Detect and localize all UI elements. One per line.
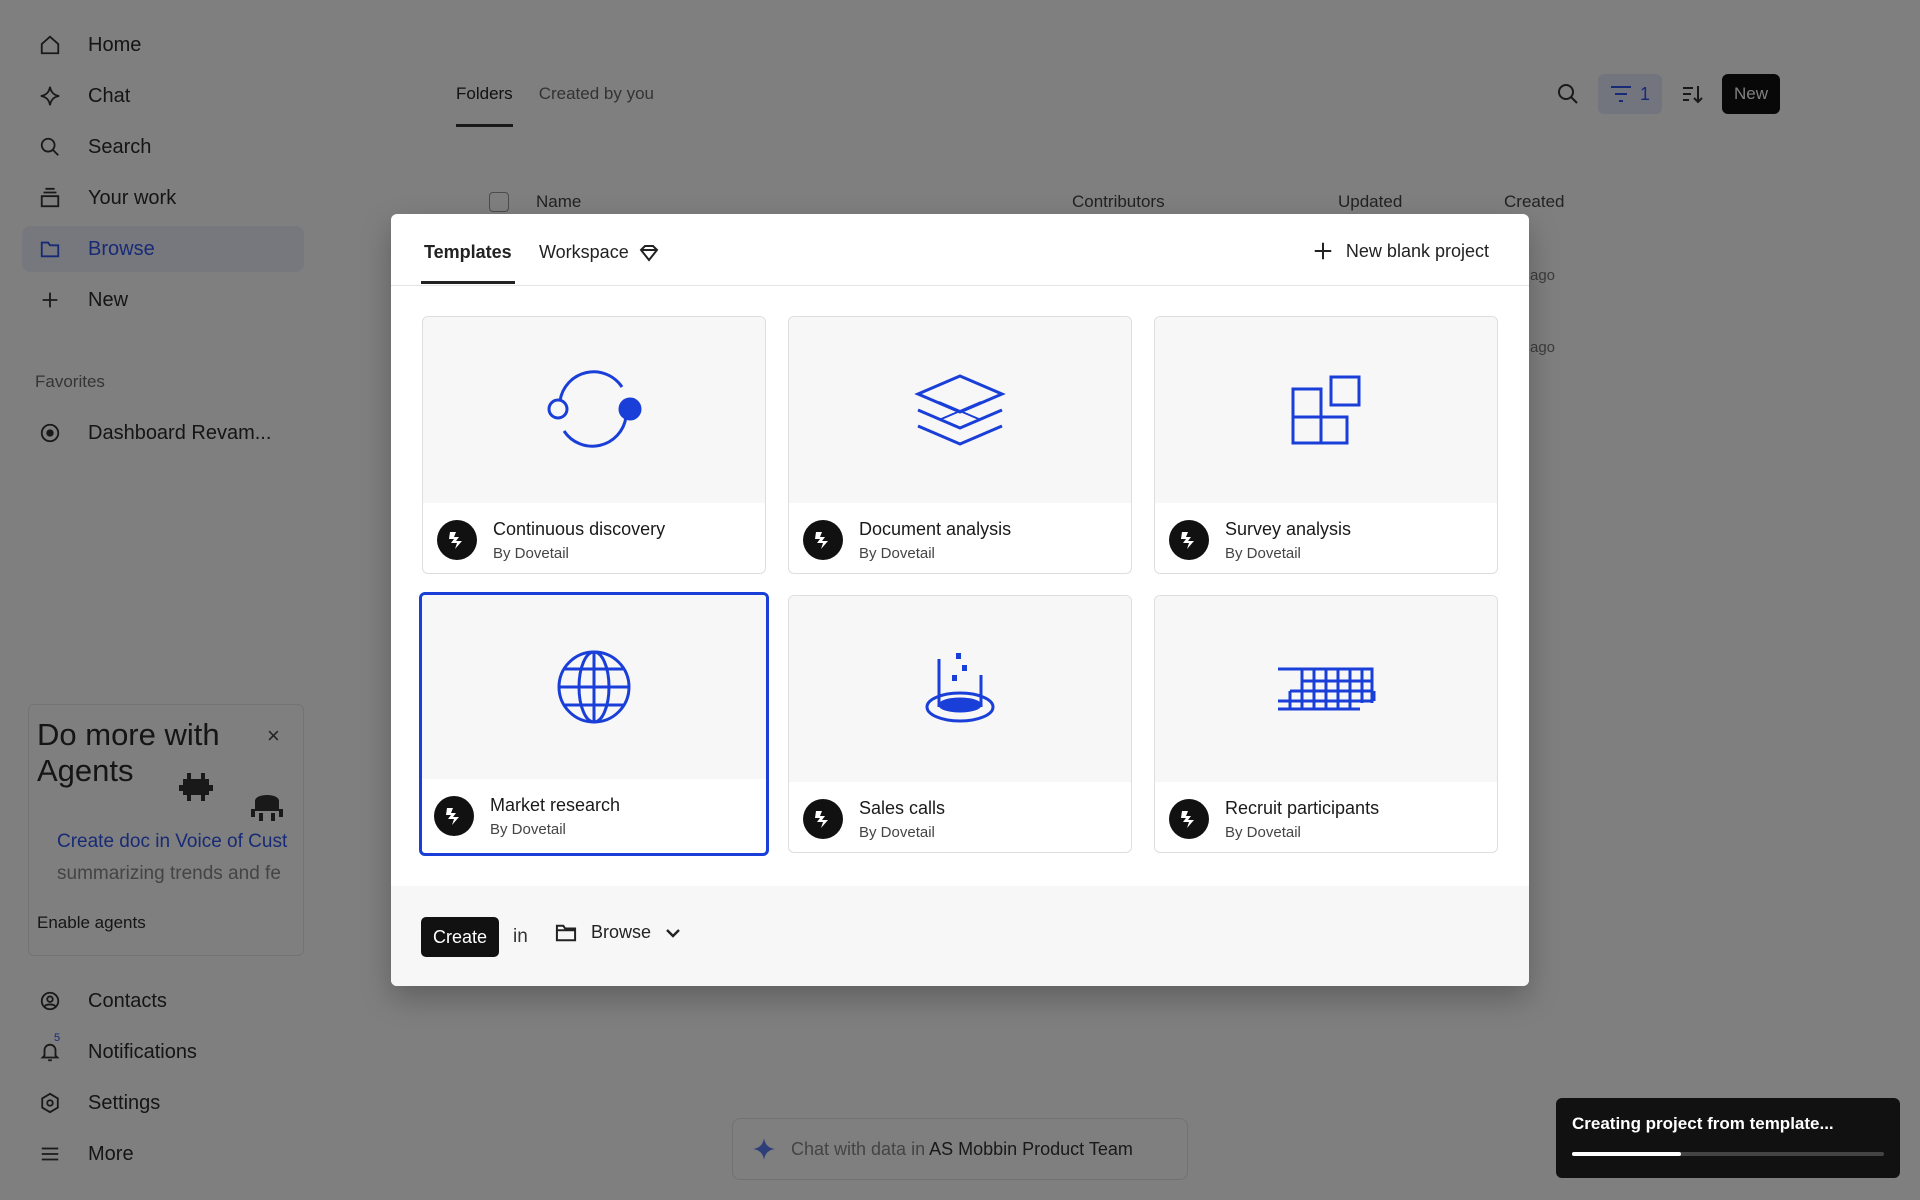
template-author: By Dovetail bbox=[1225, 824, 1301, 841]
dovetail-logo-icon bbox=[1169, 799, 1209, 839]
template-author: By Dovetail bbox=[859, 824, 935, 841]
new-project-modal: Templates Workspace New blank project Co… bbox=[391, 214, 1529, 986]
chevron-down-icon bbox=[665, 928, 681, 938]
beaker-icon bbox=[923, 651, 997, 727]
template-card-recruit-participants[interactable]: Recruit participants By Dovetail bbox=[1154, 595, 1498, 853]
template-card-survey-analysis[interactable]: Survey analysis By Dovetail bbox=[1154, 316, 1498, 574]
template-title: Sales calls bbox=[859, 798, 946, 818]
template-card-document-analysis[interactable]: Document analysis By Dovetail bbox=[788, 316, 1132, 574]
template-art bbox=[789, 317, 1131, 503]
dovetail-logo-icon bbox=[1169, 520, 1209, 560]
dovetail-logo-icon bbox=[437, 520, 477, 560]
template-art bbox=[1155, 596, 1497, 782]
blocks-icon bbox=[1289, 373, 1363, 447]
diamond-icon bbox=[639, 244, 659, 262]
tab-workspace[interactable]: Workspace bbox=[539, 242, 659, 263]
template-card-market-research[interactable]: Market research By Dovetail bbox=[419, 592, 769, 856]
template-author: By Dovetail bbox=[859, 545, 935, 562]
orbit-icon bbox=[544, 367, 644, 453]
template-card-continuous-discovery[interactable]: Continuous discovery By Dovetail bbox=[422, 316, 766, 574]
grid-steps-icon bbox=[1276, 665, 1376, 713]
toast-progress-track bbox=[1572, 1152, 1884, 1156]
template-art bbox=[789, 596, 1131, 782]
template-title: Continuous discovery bbox=[493, 519, 666, 539]
destination-folder-label: Browse bbox=[591, 922, 652, 942]
progress-toast: Creating project from template... bbox=[1556, 1098, 1900, 1178]
template-author: By Dovetail bbox=[490, 821, 566, 838]
template-card-sales-calls[interactable]: Sales calls By Dovetail bbox=[788, 595, 1132, 853]
modal-footer: Create in Browse bbox=[391, 886, 1529, 986]
create-button[interactable]: Create bbox=[421, 917, 499, 957]
dovetail-logo-icon bbox=[803, 520, 843, 560]
in-label: in bbox=[513, 926, 528, 947]
tab-workspace-label: Workspace bbox=[539, 242, 629, 262]
layers-icon bbox=[914, 372, 1006, 448]
folder-icon bbox=[555, 923, 577, 943]
plus-icon bbox=[1312, 240, 1334, 262]
template-title: Recruit participants bbox=[1225, 798, 1380, 818]
template-art bbox=[422, 595, 766, 779]
template-art bbox=[423, 317, 765, 503]
template-art bbox=[1155, 317, 1497, 503]
template-author: By Dovetail bbox=[1225, 545, 1301, 562]
destination-folder-select[interactable]: Browse bbox=[555, 922, 681, 943]
template-author: By Dovetail bbox=[493, 545, 569, 562]
globe-icon bbox=[555, 648, 633, 726]
modal-header: Templates Workspace New blank project bbox=[391, 214, 1529, 286]
template-title: Document analysis bbox=[859, 519, 1012, 539]
toast-message: Creating project from template... bbox=[1572, 1114, 1834, 1133]
template-title: Survey analysis bbox=[1225, 519, 1352, 539]
dovetail-logo-icon bbox=[803, 799, 843, 839]
dovetail-logo-icon bbox=[434, 796, 474, 836]
toast-progress-fill bbox=[1572, 1152, 1682, 1156]
active-tab-indicator bbox=[421, 281, 515, 284]
new-blank-project-label: New blank project bbox=[1345, 240, 1489, 261]
new-blank-project-button[interactable]: New blank project bbox=[1312, 240, 1489, 262]
template-title: Market research bbox=[490, 795, 621, 815]
tab-templates[interactable]: Templates bbox=[424, 242, 512, 263]
